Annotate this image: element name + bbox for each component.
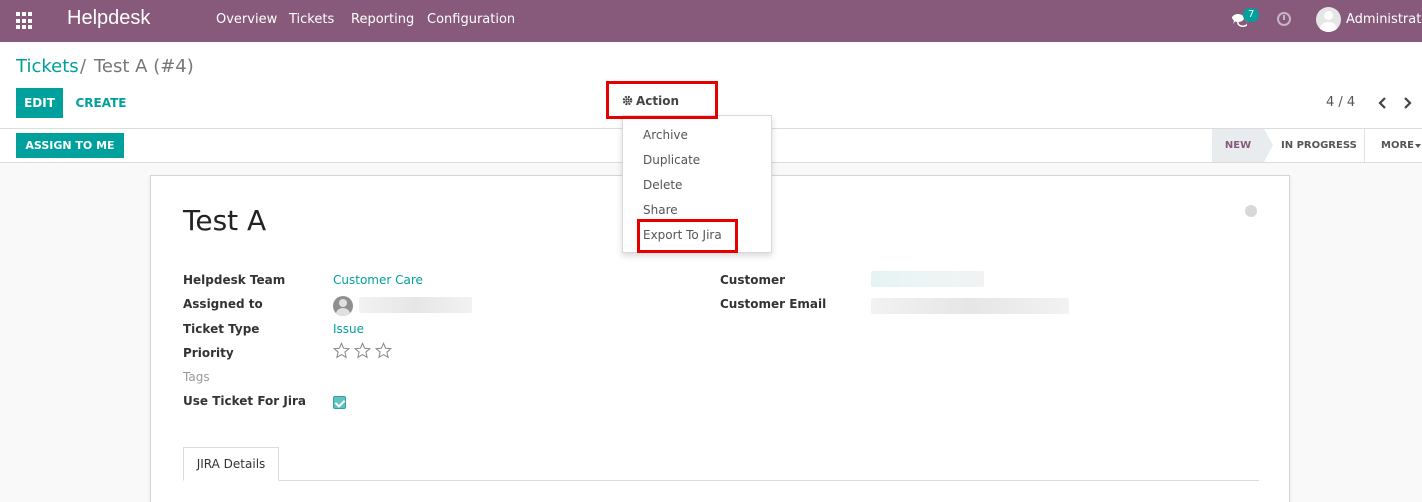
apps-menu-icon[interactable] [16,12,34,30]
ticket-title: Test A [183,204,267,237]
menu-item-archive[interactable]: Archive [643,128,688,142]
stage-in-progress[interactable]: IN PROGRESS [1281,129,1357,162]
kanban-state-dot[interactable] [1245,205,1257,217]
priority-stars [333,342,396,360]
breadcrumb-tickets-link[interactable]: Tickets [16,56,79,77]
star-icon[interactable] [333,342,350,359]
tabs-divider [183,480,1259,481]
caret-down-icon[interactable] [1415,144,1421,148]
user-name[interactable]: Administrator [1346,12,1422,27]
ticket-type-value[interactable]: Issue [333,322,364,336]
breadcrumb-separator: / [80,56,87,77]
assignee-redacted [359,297,472,313]
menu-tickets[interactable]: Tickets [289,12,334,27]
assign-to-me-button[interactable]: ASSIGN TO ME [16,133,124,158]
assignee-avatar [333,296,353,316]
customer-email-label: Customer Email [720,297,827,311]
highlight-export-box [637,219,738,253]
chevron-right-icon[interactable] [1402,96,1414,110]
use-jira-label: Use Ticket For Jira [183,394,306,408]
customer-label: Customer [720,273,786,287]
star-icon[interactable] [375,342,392,359]
chevron-left-icon[interactable] [1376,96,1388,110]
customer-email-redacted [871,298,1069,314]
chat-count-badge: 7 [1243,8,1260,22]
tags-label: Tags [183,370,210,384]
helpdesk-team-label: Helpdesk Team [183,273,286,287]
menu-item-duplicate[interactable]: Duplicate [643,153,700,167]
menu-reporting[interactable]: Reporting [351,12,414,27]
user-avatar[interactable] [1316,7,1341,32]
customer-redacted[interactable] [871,271,984,287]
highlight-action-box [606,81,718,119]
menu-configuration[interactable]: Configuration [427,12,515,27]
create-button[interactable]: CREATE [71,88,131,118]
breadcrumb-current: Test A (#4) [94,56,194,77]
pager-value[interactable]: 4 / 4 [1326,95,1355,110]
ticket-type-label: Ticket Type [183,322,260,336]
assigned-to-label: Assigned to [183,297,263,311]
stage-more-button[interactable]: MORE [1381,129,1414,162]
edit-button[interactable]: EDIT [16,88,63,118]
stage-arrow [1264,129,1273,162]
use-jira-checkbox[interactable] [333,396,346,409]
stage-divider [1364,129,1365,162]
top-navbar: Helpdesk Overview Tickets Reporting Conf… [0,0,1422,42]
helpdesk-team-value[interactable]: Customer Care [333,273,423,287]
star-icon[interactable] [354,342,371,359]
menu-item-delete[interactable]: Delete [643,178,682,192]
activity-clock-icon[interactable] [1277,12,1291,26]
menu-overview[interactable]: Overview [216,12,277,27]
menu-item-share[interactable]: Share [643,203,678,217]
stage-new[interactable]: NEW [1212,129,1264,162]
priority-label: Priority [183,346,234,360]
app-brand: Helpdesk [67,7,151,29]
tab-jira-details[interactable]: JIRA Details [183,447,279,481]
